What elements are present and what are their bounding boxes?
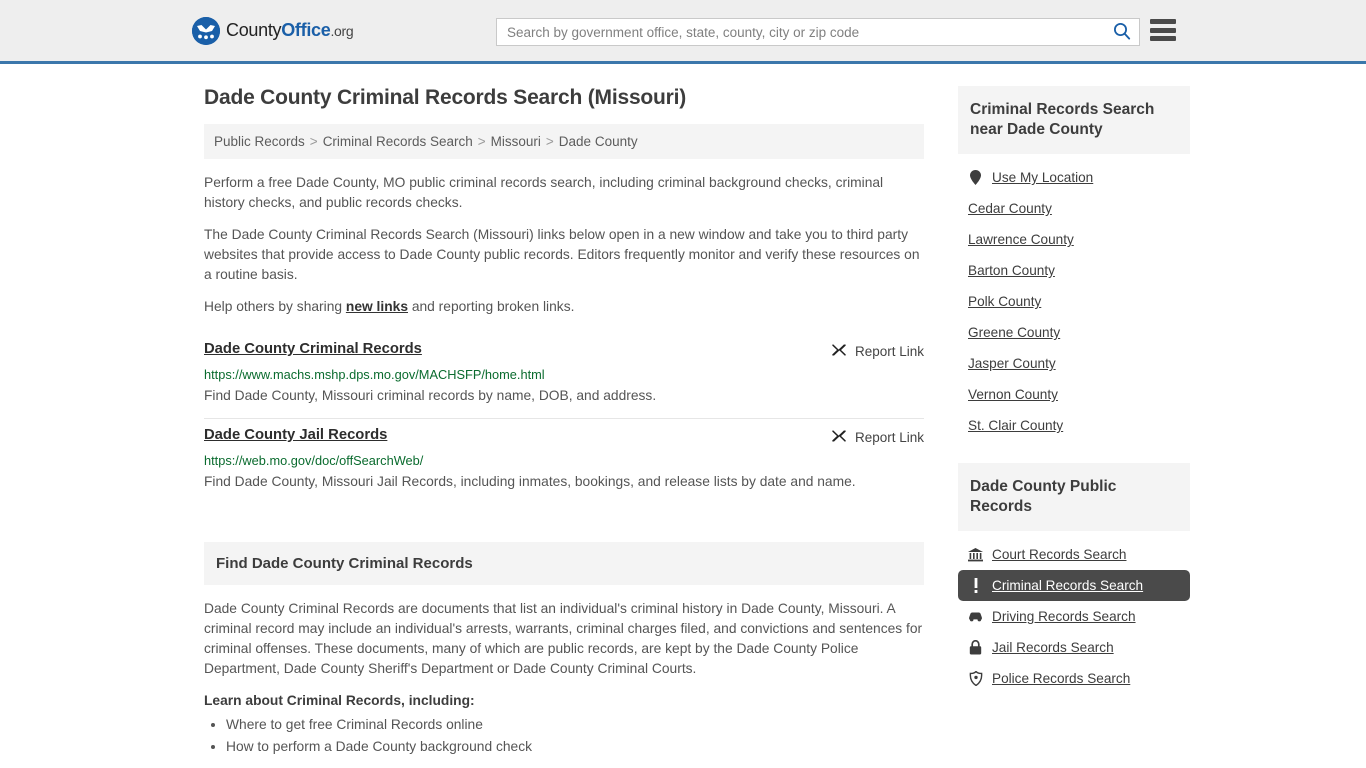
sidebar-item-label: Driving Records Search bbox=[992, 609, 1136, 624]
resource-link-list: Dade County Criminal Records Report Link bbox=[204, 333, 924, 504]
sidebar-item-lawrence-county[interactable]: Lawrence County bbox=[958, 224, 1190, 255]
share-line: Help others by sharing new links and rep… bbox=[204, 297, 924, 317]
sidebar-item-st-clair-county[interactable]: St. Clair County bbox=[958, 410, 1190, 441]
resource-link-title[interactable]: Dade County Criminal Records bbox=[204, 341, 422, 357]
sidebar-item-barton-county[interactable]: Barton County bbox=[958, 255, 1190, 286]
search-button[interactable] bbox=[1105, 19, 1139, 45]
sidebar-item-label: St. Clair County bbox=[968, 418, 1064, 433]
resource-link-url: https://www.machs.mshp.dps.mo.gov/MACHSF… bbox=[204, 367, 545, 382]
info-block-paragraph: Dade County Criminal Records are documen… bbox=[204, 601, 923, 676]
breadcrumb-item-2[interactable]: Missouri bbox=[491, 134, 541, 149]
sidebar-item-driving-records-search[interactable]: Driving Records Search bbox=[958, 601, 1190, 632]
broken-link-icon bbox=[831, 428, 847, 447]
resource-link-header: Dade County Jail Records Report Link bbox=[204, 427, 924, 447]
logo-text-office: Office bbox=[281, 20, 331, 40]
share-line-after: and reporting broken links. bbox=[408, 299, 575, 314]
widget-body: Court Records Search Criminal Records Se… bbox=[958, 531, 1190, 694]
lock-icon bbox=[968, 640, 983, 655]
courthouse-icon bbox=[968, 547, 983, 562]
resource-link-item: Dade County Criminal Records Report Link bbox=[204, 333, 924, 419]
breadcrumb-item-0[interactable]: Public Records bbox=[214, 134, 305, 149]
widget-public-records: Dade County Public Records Court Records… bbox=[958, 463, 1190, 694]
sidebar-item-label: Polk County bbox=[968, 294, 1042, 309]
hamburger-bar-2 bbox=[1150, 27, 1176, 33]
breadcrumb-separator-0: > bbox=[309, 134, 318, 149]
resource-link-title[interactable]: Dade County Jail Records bbox=[204, 427, 387, 443]
widget-nearby-counties: Criminal Records Search near Dade County… bbox=[958, 86, 1190, 441]
hamburger-bar-3 bbox=[1150, 36, 1176, 41]
info-block-heading: Find Dade County Criminal Records bbox=[204, 542, 924, 585]
report-link-label: Report Link bbox=[854, 430, 924, 445]
sidebar-item-court-records-search[interactable]: Court Records Search bbox=[958, 539, 1190, 570]
intro-paragraph-2: The Dade County Criminal Records Search … bbox=[204, 227, 920, 282]
sidebar-item-label: Criminal Records Search bbox=[992, 578, 1144, 593]
map-pin-icon bbox=[968, 170, 983, 185]
search-bar[interactable] bbox=[496, 18, 1140, 46]
breadcrumb-separator-1: > bbox=[477, 134, 486, 149]
resource-link-description: Find Dade County, Missouri Jail Records,… bbox=[204, 474, 856, 489]
intro-paragraph-1: Perform a free Dade County, MO public cr… bbox=[204, 175, 884, 210]
widget-heading: Criminal Records Search near Dade County bbox=[958, 86, 1190, 154]
sidebar-item-jail-records-search[interactable]: Jail Records Search bbox=[958, 632, 1190, 663]
sidebar-item-police-records-search[interactable]: Police Records Search bbox=[958, 663, 1190, 694]
content-row: Dade County Criminal Records Search (Mis… bbox=[204, 64, 1190, 758]
logo-text-county: County bbox=[226, 20, 282, 40]
sidebar-item-label: Jail Records Search bbox=[992, 640, 1114, 655]
sidebar-item-label: Barton County bbox=[968, 263, 1055, 278]
page-container: Dade County Criminal Records Search (Mis… bbox=[0, 64, 1366, 758]
site-logo[interactable]: CountyOffice.org bbox=[192, 16, 354, 45]
report-link-label: Report Link bbox=[854, 344, 924, 359]
list-item: Where to get free Criminal Records onlin… bbox=[226, 714, 924, 735]
widget-heading: Dade County Public Records bbox=[958, 463, 1190, 531]
resource-link-description: Find Dade County, Missouri criminal reco… bbox=[204, 388, 657, 403]
widget-body: Use My Location Cedar County Lawrence Co… bbox=[958, 154, 1190, 441]
info-block-body: Dade County Criminal Records are documen… bbox=[204, 585, 924, 757]
sidebar-item-label: Police Records Search bbox=[992, 671, 1131, 686]
sidebar-item-polk-county[interactable]: Polk County bbox=[958, 286, 1190, 317]
county-office-logo-icon bbox=[192, 16, 220, 45]
sidebar-item-cedar-county[interactable]: Cedar County bbox=[958, 193, 1190, 224]
sidebar-item-jasper-county[interactable]: Jasper County bbox=[958, 348, 1190, 379]
sidebar-item-label: Greene County bbox=[968, 325, 1061, 340]
sidebar-item-label: Vernon County bbox=[968, 387, 1058, 402]
breadcrumb-item-3[interactable]: Dade County bbox=[559, 134, 638, 149]
broken-link-icon bbox=[831, 342, 847, 361]
search-icon bbox=[1113, 22, 1131, 43]
car-icon bbox=[968, 609, 983, 624]
sidebar-item-vernon-county[interactable]: Vernon County bbox=[958, 379, 1190, 410]
report-link-button[interactable]: Report Link bbox=[831, 427, 924, 447]
police-badge-icon bbox=[968, 671, 983, 686]
page-title: Dade County Criminal Records Search (Mis… bbox=[204, 86, 687, 109]
exclamation-icon bbox=[968, 578, 983, 593]
resource-link-url: https://web.mo.gov/doc/offSearchWeb/ bbox=[204, 453, 424, 468]
sidebar-item-label: Court Records Search bbox=[992, 547, 1127, 562]
info-block: Find Dade County Criminal Records Dade C… bbox=[204, 542, 924, 757]
sidebar-item-use-my-location[interactable]: Use My Location bbox=[958, 162, 1190, 193]
hamburger-bar-1 bbox=[1150, 19, 1176, 24]
sidebar-item-label: Use My Location bbox=[992, 170, 1094, 185]
sidebar-item-label: Jasper County bbox=[968, 356, 1056, 371]
breadcrumb-separator-2: > bbox=[545, 134, 554, 149]
new-links-link[interactable]: new links bbox=[346, 299, 408, 314]
sidebar-item-label: Lawrence County bbox=[968, 232, 1074, 247]
hamburger-menu-icon[interactable] bbox=[1150, 19, 1176, 41]
info-block-bullet-list: Where to get free Criminal Records onlin… bbox=[204, 714, 924, 757]
logo-text-org: .org bbox=[330, 23, 354, 39]
resource-link-item: Dade County Jail Records Report Link htt… bbox=[204, 419, 924, 504]
list-item: How to perform a Dade County background … bbox=[226, 736, 924, 757]
resource-link-header: Dade County Criminal Records Report Link bbox=[204, 341, 924, 361]
sidebar-item-greene-county[interactable]: Greene County bbox=[958, 317, 1190, 348]
search-input[interactable] bbox=[497, 19, 1105, 45]
sidebar-item-criminal-records-search[interactable]: Criminal Records Search bbox=[958, 570, 1190, 601]
site-logo-text: CountyOffice.org bbox=[226, 20, 354, 41]
info-block-subheading: Learn about Criminal Records, including: bbox=[204, 693, 475, 708]
sidebar: Criminal Records Search near Dade County… bbox=[958, 86, 1190, 758]
sidebar-item-label: Cedar County bbox=[968, 201, 1052, 216]
breadcrumb: Public Records > Criminal Records Search > M… bbox=[204, 124, 924, 159]
report-link-button[interactable]: Report Link bbox=[831, 341, 924, 361]
main-column: Dade County Criminal Records Search (Mis… bbox=[204, 86, 924, 758]
share-line-before: Help others by sharing bbox=[204, 299, 346, 314]
site-header: CountyOffice.org bbox=[0, 0, 1366, 64]
breadcrumb-item-1[interactable]: Criminal Records Search bbox=[323, 134, 473, 149]
